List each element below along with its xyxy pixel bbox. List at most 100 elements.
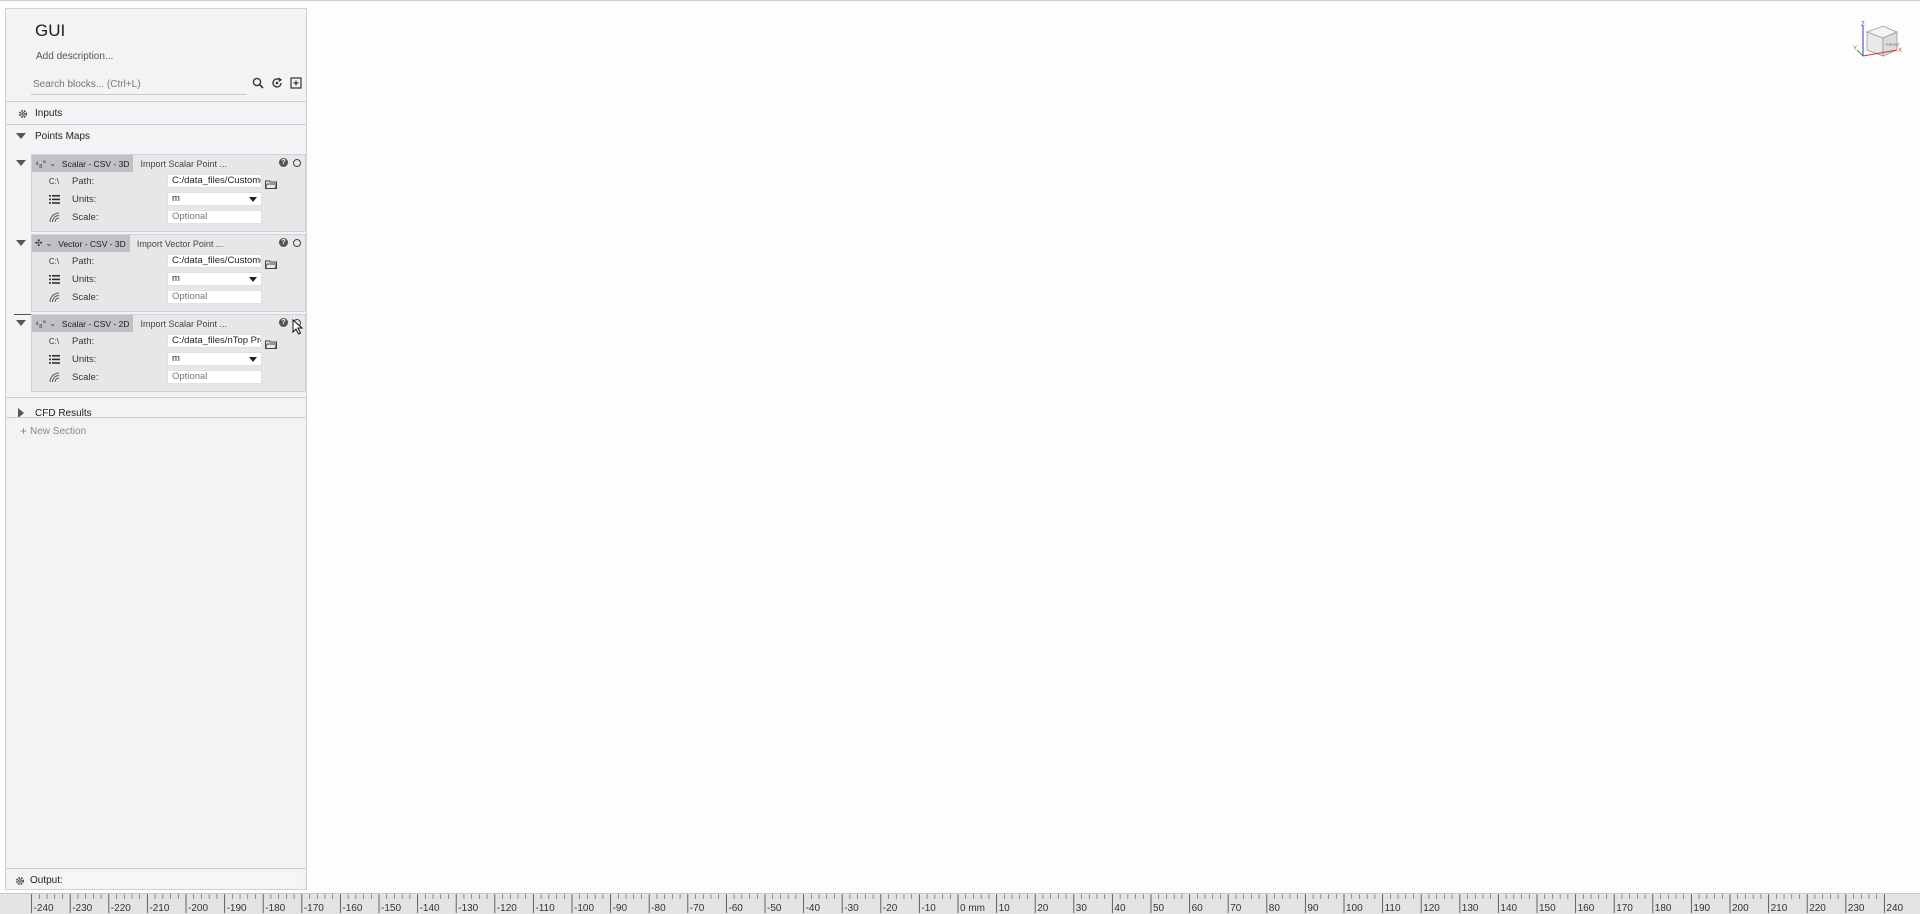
help-icon[interactable]: ? bbox=[279, 158, 288, 167]
ruler-tick-label: -120 bbox=[497, 903, 517, 914]
refresh-icon[interactable] bbox=[269, 75, 284, 91]
param-label: Path: bbox=[72, 175, 95, 187]
ruler-tick-label: 140 bbox=[1500, 903, 1517, 914]
ruler-tick-label: 230 bbox=[1848, 903, 1865, 914]
chevron-down-icon[interactable]: ⌄ bbox=[49, 159, 56, 168]
search-icon[interactable] bbox=[250, 75, 265, 91]
output-field[interactable] bbox=[64, 873, 296, 887]
view-cube[interactable]: FRONT X Y Z bbox=[1853, 20, 1903, 66]
ruler-tick-label: 50 bbox=[1153, 903, 1165, 914]
help-icon[interactable]: ? bbox=[279, 238, 288, 247]
ruler-tick-label: -110 bbox=[535, 903, 555, 914]
scale-field[interactable]: Optional bbox=[167, 290, 262, 304]
block-type-chip[interactable]: ⁴₈° ⌄ Scalar - CSV - 2D bbox=[32, 315, 134, 332]
ruler-tick-label: 10 bbox=[999, 903, 1011, 914]
ruler-tick-label: 120 bbox=[1423, 903, 1440, 914]
units-dropdown[interactable]: m bbox=[167, 192, 262, 206]
chevron-down-icon[interactable]: ⌄ bbox=[49, 319, 56, 328]
ruler-tick-label: 100 bbox=[1346, 903, 1363, 914]
folder-icon[interactable] bbox=[264, 336, 278, 349]
ruler-tick-label: 190 bbox=[1693, 903, 1710, 914]
axis-z-label: Z bbox=[1861, 22, 1865, 28]
units-dropdown[interactable]: m bbox=[167, 272, 262, 286]
param-path: C:\ Path: C:/data_files/nTop Project bbox=[32, 332, 305, 350]
ruler-tick-label: -170 bbox=[304, 903, 324, 914]
ruler-tick-label: 20 bbox=[1037, 903, 1049, 914]
block-type-chip[interactable]: ⁴₈° ⌄ Scalar - CSV - 3D bbox=[32, 155, 134, 172]
block-collapse-arrow-icon[interactable] bbox=[16, 240, 26, 246]
scale-field[interactable]: Optional bbox=[167, 370, 262, 384]
ruler-tick-label: -70 bbox=[690, 903, 705, 914]
block-collapse-arrow-icon[interactable] bbox=[16, 160, 26, 166]
ruler-tick-label: -140 bbox=[420, 903, 440, 914]
block-collapse-arrow-icon[interactable] bbox=[16, 320, 26, 326]
help-icon[interactable]: ? bbox=[279, 318, 288, 327]
output-bar: Output: bbox=[6, 871, 306, 889]
param-scale: Scale: Optional bbox=[32, 208, 305, 226]
ruler-tick-label: -210 bbox=[149, 903, 169, 914]
param-label: Path: bbox=[72, 255, 95, 267]
block-vector-csv-3d[interactable]: ✣ ⌄ Vector - CSV - 3D Import Vector Poin… bbox=[31, 234, 306, 312]
output-label: Output: bbox=[30, 874, 63, 886]
block-header: ⁴₈° ⌄ Scalar - CSV - 2D Import Scalar Po… bbox=[32, 315, 305, 332]
section-inputs[interactable]: Inputs bbox=[6, 102, 306, 124]
add-block-icon[interactable] bbox=[288, 75, 303, 91]
section-points-maps[interactable]: Points Maps bbox=[6, 125, 306, 147]
expand-arrow-icon[interactable] bbox=[16, 133, 26, 139]
ruler-tick-label: -190 bbox=[227, 903, 247, 914]
units-value: m bbox=[172, 193, 180, 204]
list-icon bbox=[48, 353, 60, 365]
new-section-button[interactable]: + New Section bbox=[20, 424, 86, 438]
gear-icon[interactable] bbox=[14, 874, 26, 892]
ruler-tick-label: -150 bbox=[381, 903, 401, 914]
mouse-cursor-icon bbox=[292, 318, 304, 340]
ruler-tick-label: 240 bbox=[1886, 903, 1903, 914]
ruler-tick-label: -180 bbox=[265, 903, 285, 914]
ruler-tick-label: -240 bbox=[34, 903, 54, 914]
units-value: m bbox=[172, 353, 180, 364]
ruler-tick-label: -200 bbox=[188, 903, 208, 914]
scale-icon bbox=[48, 211, 60, 223]
param-label: Scale: bbox=[72, 291, 99, 303]
notebook-title[interactable]: GUI bbox=[35, 21, 65, 41]
output-port-icon[interactable] bbox=[293, 238, 301, 247]
section-cfd-results[interactable]: CFD Results bbox=[6, 402, 306, 424]
scale-field[interactable]: Optional bbox=[167, 210, 262, 224]
block-type-label: Scalar - CSV - 2D bbox=[61, 318, 130, 329]
folder-icon[interactable] bbox=[264, 176, 278, 189]
path-icon: C:\ bbox=[48, 336, 60, 346]
scale-icon bbox=[48, 291, 60, 303]
path-icon: C:\ bbox=[48, 176, 60, 186]
ruler-tick-label: -90 bbox=[613, 903, 628, 914]
output-port-icon[interactable] bbox=[293, 158, 301, 167]
block-header: ⁴₈° ⌄ Scalar - CSV - 3D Import Scalar Po… bbox=[32, 155, 305, 172]
path-field[interactable]: C:/data_files/nTop Project bbox=[167, 334, 262, 348]
ruler-tick-label: 170 bbox=[1616, 903, 1633, 914]
path-field[interactable]: C:/data_files/Customers/I bbox=[167, 174, 262, 188]
ruler-tick-label: -60 bbox=[728, 903, 743, 914]
list-icon bbox=[48, 273, 60, 285]
section-inputs-label: Inputs bbox=[35, 107, 63, 119]
search-input[interactable] bbox=[31, 75, 248, 93]
axis-x-label: X bbox=[1898, 48, 1902, 54]
path-icon: C:\ bbox=[48, 256, 60, 266]
path-field[interactable]: C:/data_files/Customers/I bbox=[167, 254, 262, 268]
search-underline bbox=[31, 94, 247, 95]
block-type-chip[interactable]: ✣ ⌄ Vector - CSV - 3D bbox=[32, 235, 130, 252]
ruler-tick-label: -230 bbox=[72, 903, 92, 914]
block-description: Import Scalar Point ... bbox=[140, 318, 227, 329]
description-field[interactable]: Add description... bbox=[36, 51, 113, 62]
folder-icon[interactable] bbox=[264, 256, 278, 269]
units-value: m bbox=[172, 273, 180, 284]
block-description: Import Scalar Point ... bbox=[140, 158, 227, 169]
block-scalar-csv-3d[interactable]: ⁴₈° ⌄ Scalar - CSV - 3D Import Scalar Po… bbox=[31, 154, 306, 232]
units-dropdown[interactable]: m bbox=[167, 352, 262, 366]
view-cube-face-label: FRONT bbox=[1886, 42, 1900, 47]
chevron-down-icon[interactable]: ⌄ bbox=[46, 239, 53, 248]
ruler-tick-label: 180 bbox=[1655, 903, 1672, 914]
block-scalar-csv-2d[interactable]: ⁴₈° ⌄ Scalar - CSV - 2D Import Scalar Po… bbox=[31, 314, 306, 392]
gear-icon bbox=[17, 107, 29, 125]
param-label: Units: bbox=[72, 193, 97, 205]
divider bbox=[6, 868, 306, 869]
param-label: Units: bbox=[72, 353, 97, 365]
